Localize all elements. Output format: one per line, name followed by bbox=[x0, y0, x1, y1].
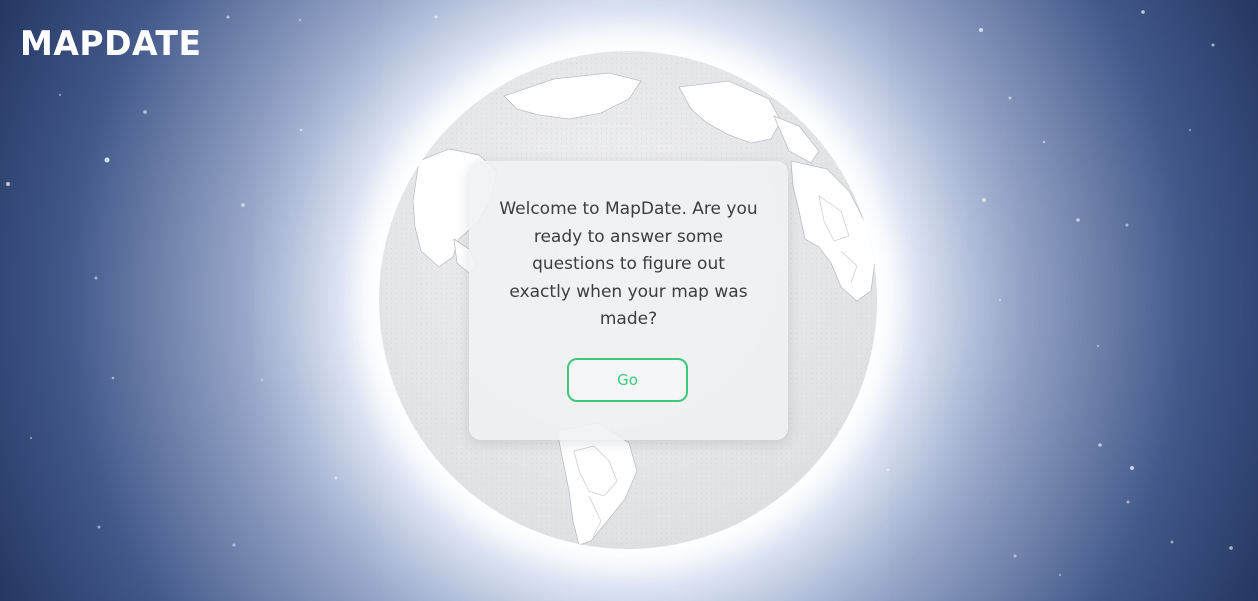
welcome-message: Welcome to MapDate. Are you ready to ans… bbox=[499, 199, 758, 329]
go-button[interactable]: Go bbox=[567, 358, 688, 402]
welcome-dialog: Welcome to MapDate. Are you ready to ans… bbox=[469, 161, 788, 440]
mapdate-logo[interactable]: MAPDATE bbox=[20, 24, 202, 64]
